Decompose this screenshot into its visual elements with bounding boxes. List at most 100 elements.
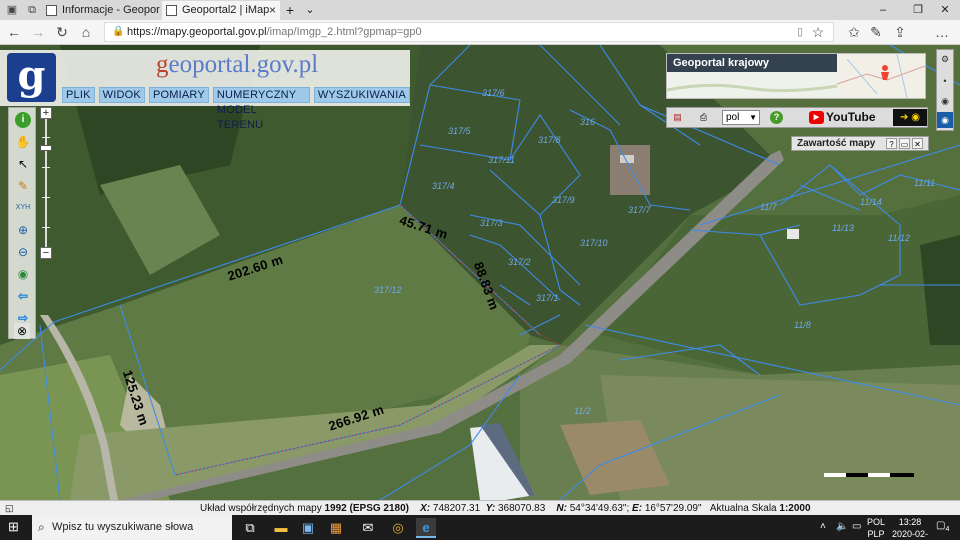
menu-plik[interactable]: PLIK (62, 87, 95, 103)
parcel-label: 11/11 (914, 178, 936, 188)
parcel-label: 11/14 (860, 197, 882, 207)
menu-pomiary[interactable]: POMIARY (148, 87, 209, 103)
select-arrow-icon[interactable]: ↖ (15, 156, 31, 172)
minimize-panel-icon[interactable]: ▭ (899, 138, 910, 149)
parcel-label: 317/9 (552, 195, 575, 205)
layer-eye-icon[interactable]: ◉ (939, 95, 951, 107)
address-bar[interactable]: 🔒 https://mapy.geoportal.gov.pl/imap/Img… (104, 22, 834, 42)
visibility-eye-icon[interactable]: ◉ (937, 112, 953, 128)
zoom-in-icon[interactable]: ⊕ (15, 222, 31, 238)
clock[interactable]: 13:28 2020-02-26 (890, 516, 930, 552)
mail-icon[interactable]: ✉ (358, 518, 378, 538)
map-status-bar: ◱ Układ współrzędnych mapy 1992 (EPSG 21… (0, 500, 960, 516)
browser-tab-bar: ▣ ⧉ Informacje - Geoportal Kraj Geoporta… (0, 0, 960, 20)
zoom-tick (42, 167, 50, 168)
parcel-label: 317/11 (488, 155, 515, 165)
browser-nav-bar: ← → ↻ ⌂ 🔒 https://mapy.geoportal.gov.pl/… (0, 20, 960, 45)
parcel-label: 11/13 (832, 223, 854, 233)
tab-actions-icon[interactable]: ▣ (2, 0, 22, 20)
tab-preview-icon[interactable]: ⧉ (22, 0, 42, 20)
scale-bar (824, 473, 914, 477)
zoom-slider-thumb[interactable] (40, 145, 52, 151)
xyh-coordinates-icon[interactable]: XYH (15, 200, 31, 216)
file-explorer-icon[interactable]: ▬ (271, 518, 291, 538)
restore-button[interactable]: ❐ (903, 0, 933, 20)
zoom-in-button[interactable]: + (40, 107, 52, 119)
right-side-controls: ⚙ • ◉ ◉ (936, 49, 954, 131)
search-icon: ⌕ (38, 520, 45, 534)
close-panel-icon[interactable]: ✕ (912, 138, 923, 149)
full-extent-icon[interactable]: ⊗ (14, 323, 30, 339)
chrome-icon[interactable]: ◎ (388, 518, 408, 538)
network-icon[interactable]: ▭ (852, 521, 861, 532)
minimize-button[interactable]: – (868, 0, 898, 20)
store-icon[interactable]: ▣ (298, 518, 318, 538)
url-path: /imap/Imgp_2.html?gpmap=gp0 (266, 26, 422, 38)
windows-start-icon[interactable]: ⊞ (8, 520, 22, 534)
edge-browser-icon[interactable]: e (416, 518, 436, 538)
tray-chevron-icon[interactable]: ˄ (820, 521, 826, 532)
parcel-label: 317/2 (508, 257, 531, 267)
tab-geoportal-imap[interactable]: Geoportal2 | iMap × (162, 1, 280, 20)
parcel-label: 11/12 (888, 233, 910, 243)
photos-icon[interactable]: ▦ (326, 518, 346, 538)
zoom-out-icon[interactable]: ⊖ (15, 244, 31, 260)
settings-icon[interactable]: ⚙ (939, 53, 951, 65)
printer-icon[interactable]: ⎙ (697, 111, 710, 124)
volume-icon[interactable]: 🔈 (836, 521, 848, 532)
status-expand-icon[interactable]: ◱ (5, 503, 15, 513)
reading-list-icon[interactable]: ✎ (866, 22, 886, 42)
menu-wyszukiwania[interactable]: WYSZUKIWANIA (313, 87, 410, 103)
tab-informacje[interactable]: Informacje - Geoportal Kraj (42, 1, 160, 20)
pan-hand-icon[interactable]: ✋ (15, 134, 31, 150)
zoom-out-button[interactable]: − (40, 247, 52, 259)
favorite-star-icon[interactable]: ☆ (808, 22, 828, 42)
help-document-icon[interactable]: ▤ (671, 111, 684, 124)
favorites-icon[interactable]: ✩ (844, 22, 864, 42)
close-window-button[interactable]: ✕ (930, 0, 960, 20)
globe-icon[interactable]: ◉ (15, 266, 31, 282)
zoom-slider[interactable]: + − (40, 107, 52, 259)
task-view-icon[interactable]: ⧉ (240, 518, 260, 538)
refresh-icon[interactable]: ↻ (52, 22, 72, 42)
notifications-icon[interactable]: ▢4 (936, 520, 949, 533)
overview-map-panel[interactable]: Geoportal krajowy (666, 53, 926, 99)
help-icon[interactable]: ? (770, 111, 783, 124)
forward-arrow-icon[interactable]: → (28, 22, 48, 42)
parcel-label: 317/3 (480, 218, 503, 228)
input-language[interactable]: POL PLP (866, 516, 886, 540)
parcel-label: 316 (580, 117, 596, 127)
geoportal-logo[interactable]: g (7, 53, 56, 102)
taskbar-search-box[interactable]: ⌕ Wpisz tu wyszukiwane słowa (32, 515, 232, 540)
menu-widok[interactable]: WIDOK (98, 87, 145, 103)
youtube-play-icon: ▶ (809, 111, 824, 124)
back-arrow-icon[interactable]: ← (4, 22, 24, 42)
overview-map-strip (666, 72, 838, 98)
youtube-link[interactable]: ▶ YouTube (809, 110, 876, 125)
help-icon[interactable]: ? (886, 138, 897, 149)
tab-menu-button[interactable]: ⌄ (300, 0, 320, 20)
accessibility-eye-button[interactable]: ➔ ◉ (893, 109, 927, 126)
map-view[interactable]: 317/6 317/5 317/11 317/8 316 317/4 317/9… (0, 45, 960, 500)
share-icon[interactable]: ⇪ (890, 22, 910, 42)
parcel-label: 11/7 (760, 202, 777, 212)
map-contents-title: Zawartość mapy (797, 138, 876, 149)
parcel-label: 11/2 (574, 406, 591, 416)
zoom-tick (42, 197, 50, 198)
info-icon[interactable]: i (15, 112, 31, 128)
main-menu: PLIK WIDOK POMIARY NUMERYCZNY MODEL TERE… (62, 87, 410, 131)
overview-minimap[interactable] (836, 53, 926, 99)
layer-toggle-icon[interactable]: • (939, 75, 951, 87)
pencil-icon[interactable]: ✎ (15, 178, 31, 194)
reading-view-icon[interactable]: ▯ (790, 22, 810, 42)
close-tab-icon[interactable]: × (269, 1, 276, 19)
new-tab-button[interactable]: + (280, 0, 300, 20)
previous-view-icon[interactable]: ⇦ (15, 288, 31, 304)
home-icon[interactable]: ⌂ (76, 22, 96, 42)
header-panel: g geoportal.gov.pl PLIK WIDOK POMIARY NU… (0, 50, 410, 131)
menu-numeryczny-model-terenu[interactable]: NUMERYCZNY MODEL TERENU (212, 87, 310, 131)
more-options-icon[interactable]: … (932, 22, 952, 42)
language-select[interactable]: pol ▼ (722, 110, 760, 125)
utility-toolbar: ▤ ⎙ pol ▼ ? ▶ YouTube ➔ ◉ (666, 107, 928, 128)
map-contents-panel[interactable]: Zawartość mapy ? ▭ ✕ (791, 136, 929, 151)
